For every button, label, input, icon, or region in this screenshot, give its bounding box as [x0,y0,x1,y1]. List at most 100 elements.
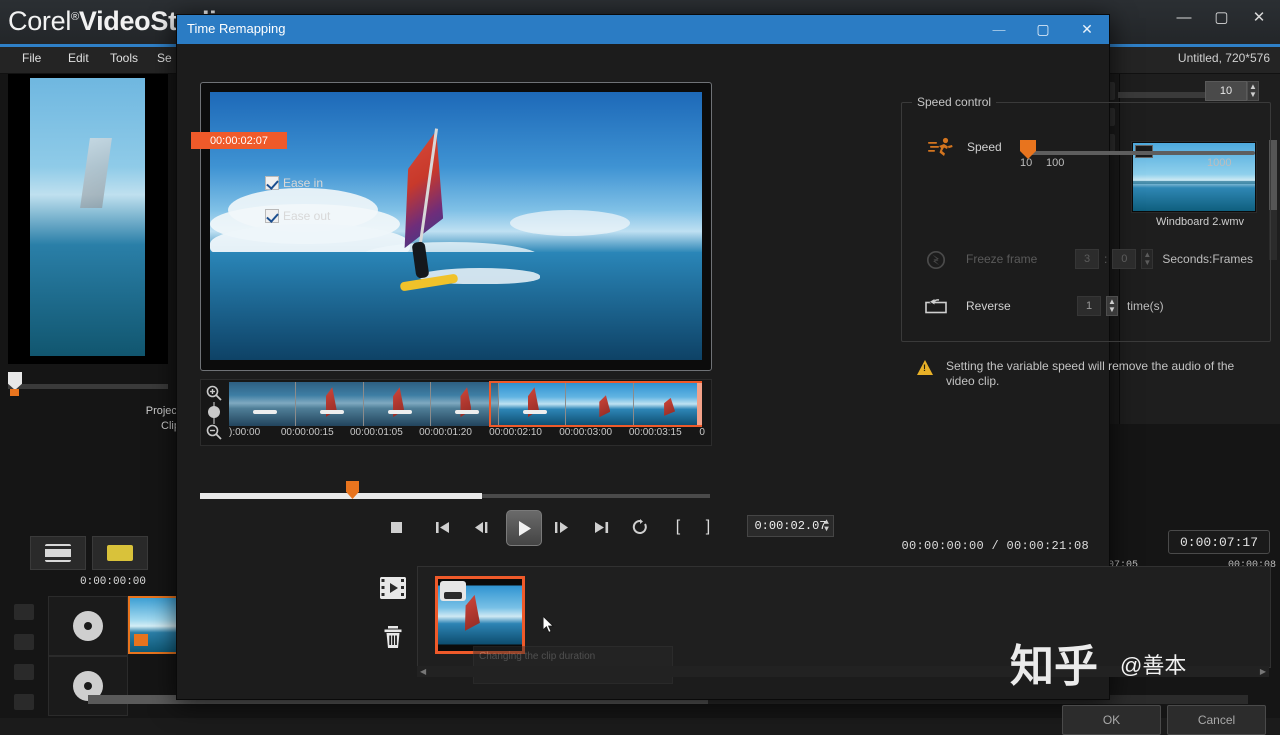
stop-button[interactable] [383,514,409,540]
track-header-overlay[interactable] [48,656,128,716]
mark-out-button[interactable]: ] [695,514,721,540]
tray-clip-item[interactable] [435,576,525,654]
filmstrip-thumbnail[interactable] [431,382,499,426]
film-reel-icon [73,611,103,641]
library-zoom-slider[interactable] [1118,92,1208,98]
cloud-shape [510,210,630,236]
timecode-field[interactable]: 0:00:02.07 ▲ ▼ [747,515,834,537]
app-window-controls[interactable]: — ▢ ✕ [1169,4,1274,30]
filmstrip-zoom-knob[interactable] [208,406,220,418]
timeline-timecode[interactable]: 0:00:00:00 [80,576,146,588]
menu-item-file[interactable]: File [22,51,41,65]
reverse-icon [921,296,951,318]
zoom-out-icon[interactable] [205,423,223,441]
ruler-tick: 00:00:02:10 [489,427,542,438]
track-header-video[interactable] [48,596,128,656]
tray-scroll-left-arrow[interactable]: ◀ [417,667,426,676]
dialog-close-icon[interactable]: ✕ [1065,15,1109,44]
tooltip-line-1: Changing the clip duration [479,651,596,662]
preview-sail-shape [80,138,112,208]
ease-out-checkbox[interactable] [265,209,279,223]
app-logo-brand: Corel [8,6,72,36]
speed-slider-track[interactable] [1025,151,1255,155]
add-clip-icon[interactable] [380,577,406,599]
speed-value-input[interactable]: 10 [1205,81,1247,101]
tray-scroll-right-arrow[interactable]: ▶ [1260,667,1269,676]
track-lock-icon-2[interactable] [14,634,34,650]
ruler-tick: 00:00:01:20 [419,427,472,438]
menu-item-settings[interactable]: Se [157,51,172,65]
cancel-button[interactable]: Cancel [1167,705,1266,735]
previous-frame-button[interactable] [468,514,494,540]
filmstrip-thumbnails[interactable] [229,382,701,426]
previous-clip-button[interactable] [429,514,455,540]
app-scrubber-marker[interactable] [10,389,19,396]
ease-in-row[interactable]: Ease in [265,176,323,190]
app-close-icon[interactable]: ✕ [1244,5,1274,29]
mouse-cursor [543,616,555,634]
play-button[interactable] [506,510,542,546]
filmstrip-thumbnail[interactable] [229,382,297,426]
speed-tick-max: 1000 [1207,157,1232,169]
dialog-minimize-icon[interactable]: — [977,15,1021,44]
app-scrubber[interactable] [8,370,168,400]
reverse-label: Reverse [966,299,1011,313]
ease-out-row[interactable]: Ease out [265,209,330,223]
reverse-value-input[interactable]: 1 [1077,296,1101,316]
app-maximize-icon[interactable]: ▢ [1207,5,1237,29]
tray-tooltip: Changing the clip duration Duration: 00:… [473,646,673,684]
track-lock-icon-3[interactable] [14,664,34,680]
speed-tick-mid: 100 [1046,157,1065,169]
mark-in-button[interactable]: [ [665,514,691,540]
reverse-stepper[interactable]: 1 ▲ ▼ time(s) [1077,296,1164,316]
filmstrip-thumbnail[interactable] [566,382,634,426]
dialog-body: ):00:00 00:00:00:15 00:00:01:05 00:00:01… [177,44,1271,735]
project-clip-toggle[interactable]: Project Clip [120,404,180,434]
clip-badge-icon [440,581,466,601]
dialog-maximize-icon[interactable]: ▢ [1021,15,1065,44]
app-minimize-icon[interactable]: — [1169,5,1199,29]
menu-item-tools[interactable]: Tools [110,51,138,65]
dialog-window-controls[interactable]: — ▢ ✕ [977,15,1109,44]
app-preview-panel [8,74,168,364]
warning-text: Setting the variable speed will remove t… [946,359,1235,388]
board-shape [252,409,277,414]
reverse-value-spinner[interactable]: ▲ ▼ [1106,296,1118,316]
track-lock-icon-4[interactable] [14,694,34,710]
next-frame-button[interactable] [548,514,574,540]
speed-value-stepper[interactable]: 10 ▲ ▼ [1205,81,1259,101]
watermark-handle: @善本 [1120,653,1187,678]
app-logo-registered: ® [71,11,79,23]
app-scrubber-track[interactable] [8,384,168,389]
sail-shape [599,395,611,418]
playback-scrubber[interactable] [200,481,710,503]
filmstrip-panel: ):00:00 00:00:00:15 00:00:01:05 00:00:01… [200,379,712,446]
clip-label[interactable]: Clip [120,419,180,434]
project-label[interactable]: Project [120,404,180,419]
track-lock-icon-1[interactable] [14,604,34,620]
filmstrip-thumbnail[interactable] [498,382,567,426]
filmstrip-thumbnail[interactable] [633,382,701,426]
track-lock-rail[interactable] [0,590,48,720]
timecode-value: 0:00:02.07 [754,519,827,533]
project-info-label: Untitled, 720*576 [1177,51,1270,65]
filmstrip-thumbnail[interactable] [363,382,432,426]
menu-item-edit[interactable]: Edit [68,51,89,65]
next-clip-button[interactable] [588,514,614,540]
tab-storyboard-view[interactable] [92,536,148,570]
repeat-button[interactable] [627,514,653,540]
freeze-frames-spinner: ▲ ▼ [1141,249,1154,269]
ok-button[interactable]: OK [1062,705,1161,735]
delete-clip-icon[interactable] [383,626,403,648]
ease-in-checkbox[interactable] [265,176,279,190]
ruler-tick: 0 [699,427,705,438]
speed-value-spinner[interactable]: ▲ ▼ [1247,81,1259,101]
dialog-title-bar[interactable]: Time Remapping — ▢ ✕ [177,15,1109,44]
ruler-tick: 00:00:03:15 [628,427,682,438]
timecode-spinner[interactable]: ▲ ▼ [822,518,831,534]
zoom-in-icon[interactable] [205,384,223,402]
filmstrip-thumbnail[interactable] [296,382,364,426]
ease-in-label: Ease in [283,176,324,190]
timeline-total-timecode[interactable]: 0:00:07:17 [1168,530,1270,554]
tab-timeline-view[interactable] [30,536,86,570]
